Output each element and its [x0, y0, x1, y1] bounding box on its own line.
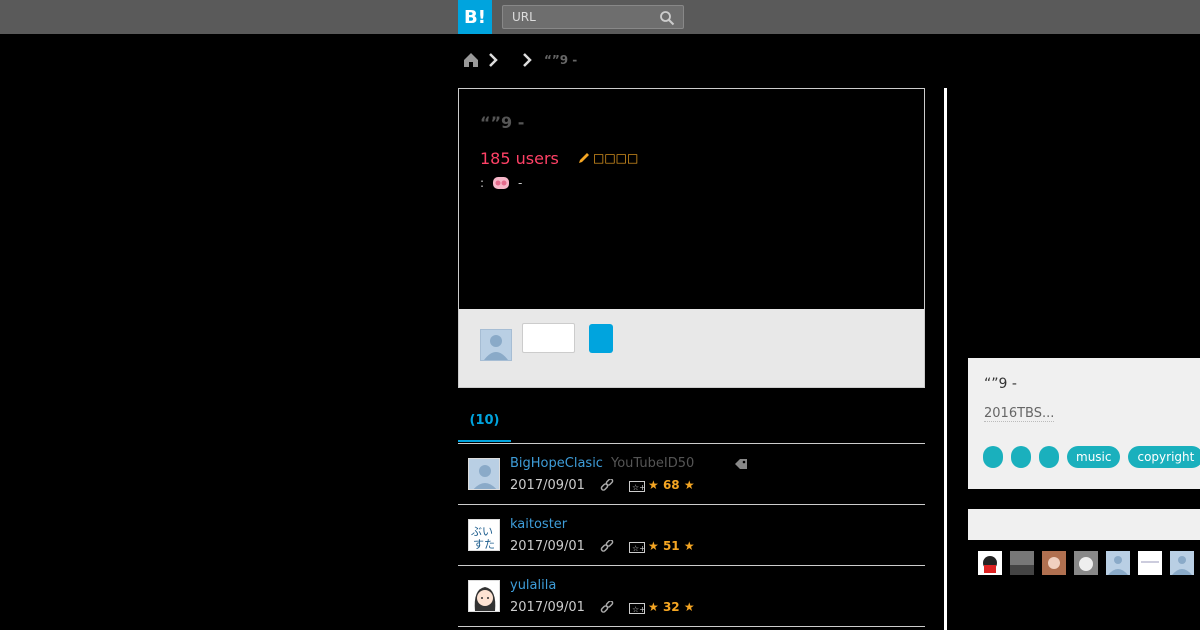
breadcrumb: “”9 - — [462, 50, 577, 70]
entry-summary-card: “”9 - 2016TBS... music copyright — [968, 358, 1200, 489]
entry-title[interactable]: “”9 - — [480, 113, 524, 132]
bookmark-comment: YouTubeID50 — [611, 456, 695, 471]
sidebar-section-header — [968, 509, 1200, 540]
bookmark-button[interactable] — [589, 324, 613, 353]
add-star-icon[interactable]: ☆+ — [629, 540, 646, 554]
breadcrumb-current: “”9 - — [544, 53, 578, 67]
user-thumb[interactable] — [1074, 551, 1098, 575]
star-number: 32 — [662, 600, 680, 614]
user-avatar-image: ぶいすた — [469, 520, 499, 551]
tag-pill[interactable] — [1039, 446, 1059, 468]
edit-link[interactable]: □□□□ — [577, 151, 638, 165]
search-box[interactable]: URL — [502, 5, 684, 29]
user-name[interactable]: BigHopeClasic — [510, 456, 603, 471]
pencil-icon — [579, 153, 589, 163]
link-icon[interactable] — [600, 479, 614, 493]
search-icon[interactable] — [659, 10, 675, 26]
list-item: ぶい すた kaitoster 2017/09/01 ☆+ ★ 51 ★ — [458, 505, 925, 566]
svg-text:ぶい: ぶい — [471, 525, 493, 538]
user-name[interactable]: kaitoster — [510, 517, 567, 532]
tab-label: (10) — [469, 412, 500, 428]
column-divider — [944, 88, 947, 630]
tag-icon[interactable] — [734, 457, 748, 471]
svg-text:すた: すた — [473, 538, 495, 551]
tag-pill[interactable] — [1011, 446, 1031, 468]
entry-panel: “”9 - 185 users □□□□ : - — [458, 88, 925, 310]
bookmark-list: BigHopeClasic YouTubeID50 2017/09/01 ☆+ … — [458, 444, 925, 627]
add-star-icon[interactable]: ☆+ — [629, 601, 646, 615]
star-number: 51 — [662, 539, 680, 553]
bookmark-date[interactable]: 2017/09/01 — [510, 478, 585, 493]
user-thumb[interactable] — [978, 551, 1002, 575]
svg-text:☆+: ☆+ — [632, 605, 646, 614]
user-thumbnails — [978, 551, 1194, 575]
meta-prefix: : — [480, 176, 485, 190]
tag-pill[interactable] — [983, 446, 1003, 468]
user-avatar[interactable] — [468, 580, 500, 612]
user-avatar[interactable]: ぶい すた — [468, 519, 500, 551]
add-star-icon[interactable]: ☆+ — [629, 479, 646, 493]
chevron-right-icon — [523, 53, 532, 67]
users-count[interactable]: 185 users — [480, 149, 559, 168]
user-thumb[interactable] — [1010, 551, 1034, 575]
list-item: BigHopeClasic YouTubeID50 2017/09/01 ☆+ … — [458, 444, 925, 505]
svg-text:☆+: ☆+ — [632, 483, 646, 492]
link-icon[interactable] — [600, 601, 614, 615]
user-avatar[interactable] — [468, 458, 500, 490]
star-number: 68 — [662, 478, 680, 492]
user-thumb[interactable] — [1170, 551, 1194, 575]
svg-text:☆+: ☆+ — [632, 544, 646, 553]
home-icon[interactable] — [462, 51, 480, 69]
link-icon[interactable] — [600, 540, 614, 554]
user-thumb[interactable] — [1138, 551, 1162, 575]
user-thumb[interactable] — [1042, 551, 1066, 575]
bookmark-compose — [458, 309, 925, 388]
star-count[interactable]: ★ 51 ★ — [648, 539, 695, 553]
card-title[interactable]: “”9 - — [984, 376, 1017, 392]
star-count[interactable]: ★ 32 ★ — [648, 600, 695, 614]
meta-suffix: - — [518, 176, 523, 190]
hatena-logo[interactable]: B! — [458, 0, 492, 34]
avatar — [480, 329, 512, 361]
bookmark-date[interactable]: 2017/09/01 — [510, 539, 585, 554]
tag-music[interactable]: music — [1067, 446, 1121, 468]
bookmark-date[interactable]: 2017/09/01 — [510, 600, 585, 615]
user-thumb[interactable] — [1106, 551, 1130, 575]
tag-list: music copyright — [983, 446, 1200, 468]
edit-label: □□□□ — [593, 151, 639, 165]
user-silhouette-icon — [484, 335, 508, 360]
tab-comments[interactable]: (10) — [458, 404, 511, 442]
entry-meta: : - — [480, 175, 522, 191]
user-name[interactable]: yulalila — [510, 578, 556, 593]
list-item: yulalila 2017/09/01 ☆+ ★ 32 ★ — [458, 566, 925, 627]
category-icon[interactable] — [492, 175, 510, 191]
card-description: 2016TBS... — [984, 406, 1055, 422]
comment-input[interactable] — [522, 323, 575, 353]
search-placeholder: URL — [512, 10, 536, 24]
chevron-right-icon — [489, 53, 498, 67]
star-count[interactable]: ★ 68 ★ — [648, 478, 695, 492]
user-silhouette-icon — [469, 459, 499, 489]
tag-copyright[interactable]: copyright — [1128, 446, 1200, 468]
logo-text: B! — [464, 6, 486, 28]
user-avatar-image — [469, 581, 499, 611]
